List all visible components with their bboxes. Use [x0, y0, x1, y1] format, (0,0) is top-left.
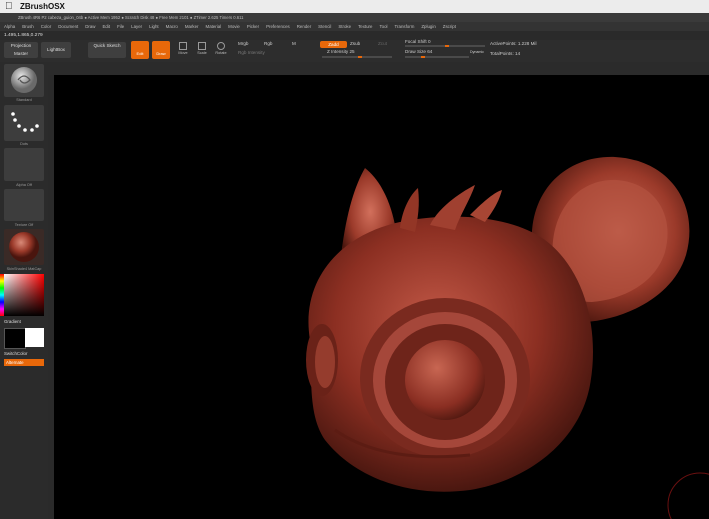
draw-button[interactable]: Draw: [152, 41, 170, 59]
move-button[interactable]: Move: [175, 41, 191, 59]
scale-button[interactable]: Scale: [194, 41, 210, 59]
focal-shift-slider[interactable]: Focal Shift 0: [405, 39, 431, 44]
z-intensity-track[interactable]: [322, 56, 392, 58]
mrgb-button[interactable]: Mrgb: [238, 41, 248, 46]
switch-color-button[interactable]: SwitchColor: [4, 351, 27, 356]
rgb-button[interactable]: Rgb: [264, 41, 272, 46]
z-intensity-slider[interactable]: Z Intensity 25: [327, 49, 355, 54]
main-color-swatch[interactable]: [4, 328, 26, 349]
lightbox-button[interactable]: LightBox: [41, 42, 71, 58]
zcut-button[interactable]: Zcut: [378, 41, 387, 46]
menu-edit[interactable]: Edit: [102, 24, 110, 29]
move-icon: [179, 42, 187, 50]
menu-tool[interactable]: Tool: [379, 24, 387, 29]
menu-macro[interactable]: Macro: [166, 24, 178, 29]
brush-thumbnail[interactable]: [4, 64, 44, 97]
menu-color[interactable]: Color: [41, 24, 52, 29]
menu-draw[interactable]: Draw: [85, 24, 95, 29]
standard-brush-icon: [11, 67, 37, 93]
texture-label: Texture Off: [14, 223, 34, 227]
menu-texture[interactable]: Texture: [358, 24, 372, 29]
quick-sketch-label: Quick Sketch: [93, 43, 121, 48]
rotate-icon: [217, 42, 225, 50]
system-menubar:  ZBrushOSX: [0, 0, 709, 13]
canvas-viewport[interactable]: [54, 75, 709, 519]
menu-preferences[interactable]: Preferences: [266, 24, 290, 29]
top-shelf: Projection Master LightBox Quick Sketch …: [0, 39, 709, 62]
viewport-frame: [48, 62, 709, 75]
projection-master-button[interactable]: Projection Master: [4, 42, 38, 58]
title-bar: ZBrush 4R6 P2 cabeza_guion_04b ● Active …: [0, 13, 709, 22]
menu-alpha[interactable]: Alpha: [4, 24, 15, 29]
color-picker[interactable]: [4, 274, 44, 316]
menu-document[interactable]: Document: [58, 24, 78, 29]
alternate-button[interactable]: Alternate: [4, 359, 44, 366]
draw-size-slider[interactable]: Draw Size 64: [405, 49, 432, 54]
menu-brush[interactable]: Brush: [22, 24, 33, 29]
menu-movie[interactable]: Movie: [228, 24, 240, 29]
dots-stroke-icon: [11, 112, 39, 132]
quick-sketch-button[interactable]: Quick Sketch: [88, 42, 126, 58]
menu-file[interactable]: File: [117, 24, 124, 29]
menu-light[interactable]: Light: [149, 24, 159, 29]
apple-icon[interactable]: : [5, 0, 13, 13]
sculpt-model[interactable]: [54, 75, 709, 519]
material-label: SkinShade4 MatCap: [6, 267, 42, 271]
m-button[interactable]: M: [292, 41, 296, 46]
draw-size-track[interactable]: [405, 56, 469, 58]
menu-stencil[interactable]: Stencil: [318, 24, 331, 29]
alpha-label: Alpha Off: [16, 183, 32, 187]
gradient-label[interactable]: Gradient: [4, 319, 21, 324]
stroke-label: Dots: [20, 142, 28, 146]
menu-zplugin[interactable]: Zplugin: [421, 24, 435, 29]
rgb-intensity-slider[interactable]: Rgb Intensity: [238, 50, 265, 55]
cursor-coordinates: 1.495,1.865,0.279: [4, 33, 43, 38]
stroke-thumbnail[interactable]: [4, 105, 44, 141]
dynamic-toggle[interactable]: Dynamic: [470, 50, 484, 54]
scale-icon: [198, 42, 206, 50]
material-sphere-icon: [9, 232, 39, 262]
hue-strip[interactable]: [0, 274, 4, 316]
left-shelf: Standard Dots Alpha Off Texture Off Skin…: [0, 62, 48, 519]
rotate-button[interactable]: Rotate: [213, 41, 229, 59]
edit-button[interactable]: Edit: [131, 41, 149, 59]
texture-thumbnail[interactable]: [4, 189, 44, 221]
focal-shift-track[interactable]: [405, 45, 485, 47]
menu-zscript[interactable]: Zscript: [443, 24, 456, 29]
secondary-color-swatch[interactable]: [25, 328, 44, 347]
menu-render[interactable]: Render: [297, 24, 311, 29]
menu-layer[interactable]: Layer: [131, 24, 142, 29]
total-points-readout: TotalPoints: 14: [490, 51, 521, 56]
menu-picker[interactable]: Picker: [247, 24, 259, 29]
material-thumbnail[interactable]: [4, 229, 44, 265]
main-menu-bar: Alpha Brush Color Document Draw Edit File Layer…: [0, 22, 709, 31]
menu-transform[interactable]: Transform: [395, 24, 415, 29]
zadd-button[interactable]: Zadd: [320, 41, 347, 48]
zsub-button[interactable]: Zsub: [350, 41, 360, 46]
menu-material[interactable]: Material: [206, 24, 222, 29]
active-points-readout: ActivePoints: 1.228 Mil: [490, 41, 537, 46]
menu-stroke[interactable]: Stroke: [338, 24, 351, 29]
app-menu-name[interactable]: ZBrushOSX: [20, 0, 65, 13]
title-bar-text: ZBrush 4R6 P2 cabeza_guion_04b ● Active …: [18, 15, 244, 20]
menu-marker[interactable]: Marker: [185, 24, 199, 29]
brush-label: Standard: [16, 98, 32, 102]
alpha-thumbnail[interactable]: [4, 148, 44, 181]
